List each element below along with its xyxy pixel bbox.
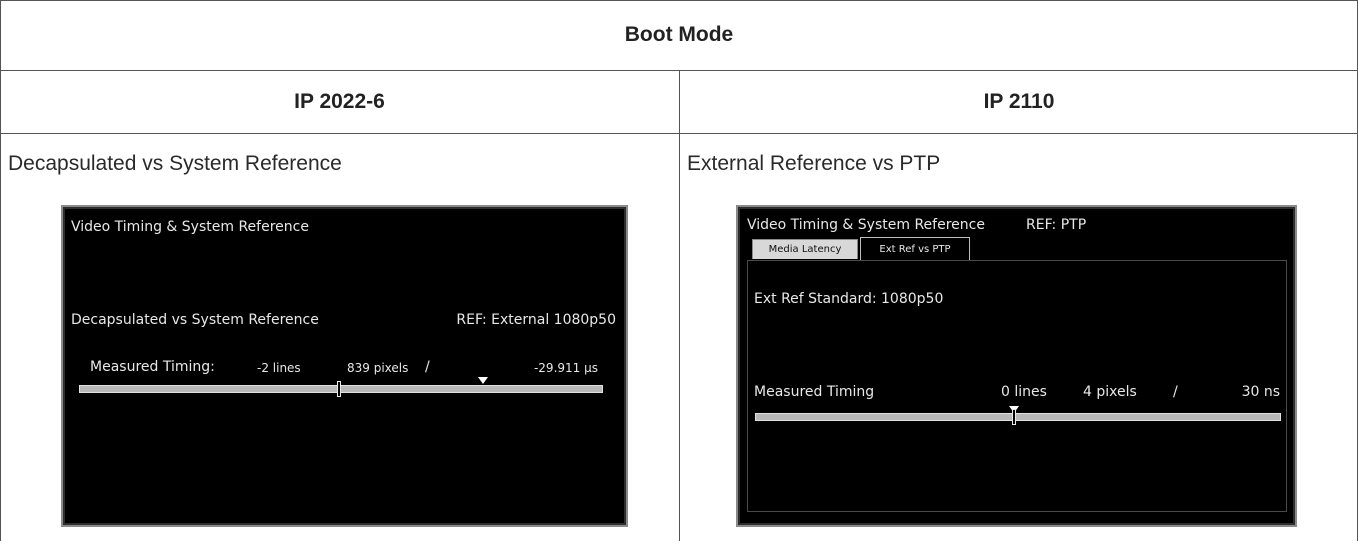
left-device-screenshot: Video Timing & System Reference Decapsul… — [61, 205, 628, 527]
right-pixels-value: 4 pixels — [1083, 384, 1137, 400]
left-position-marker-icon — [478, 377, 488, 384]
caption-left: Decapsulated vs System Reference — [8, 152, 342, 175]
right-time-value: 30 ns — [1241, 384, 1280, 400]
right-lines-value: 0 lines — [1001, 384, 1047, 400]
left-lines-value: -2 lines — [257, 361, 301, 375]
right-device-screenshot: Video Timing & System Reference REF: PTP… — [736, 205, 1297, 527]
tab-media-latency[interactable]: Media Latency — [752, 239, 858, 259]
right-tab-panel: Ext Ref Standard: 1080p50 Measured Timin… — [747, 260, 1287, 512]
tab-ext-ref-vs-ptp[interactable]: Ext Ref vs PTP — [860, 237, 970, 261]
table-header: Boot Mode — [624, 23, 734, 46]
left-timing-bar — [79, 385, 603, 393]
column-title-ip-2022-6: IP 2022-6 — [294, 89, 385, 113]
caption-right: External Reference vs PTP — [687, 152, 941, 175]
right-screen-title: Video Timing & System Reference — [747, 217, 985, 233]
left-time-value: -29.911 µs — [533, 361, 598, 375]
right-bar-center-marker — [1012, 409, 1016, 425]
right-timing-bar — [755, 413, 1281, 421]
left-pixels-value: 839 pixels — [347, 361, 409, 375]
right-measured-label: Measured Timing — [754, 384, 875, 400]
table-divider-middle — [679, 70, 680, 541]
left-screen-title: Video Timing & System Reference — [71, 219, 309, 235]
right-separator: / — [1173, 384, 1178, 400]
left-section-label: Decapsulated vs System Reference — [71, 312, 319, 328]
right-ref-label: REF: PTP — [1026, 217, 1087, 233]
left-ref-label: REF: External 1080p50 — [456, 312, 616, 328]
left-separator: / — [425, 359, 430, 375]
right-standard-label: Ext Ref Standard: 1080p50 — [754, 291, 944, 307]
left-measured-label: Measured Timing: — [90, 359, 215, 375]
left-bar-center-marker — [337, 381, 341, 397]
column-title-ip-2110: IP 2110 — [983, 89, 1055, 113]
